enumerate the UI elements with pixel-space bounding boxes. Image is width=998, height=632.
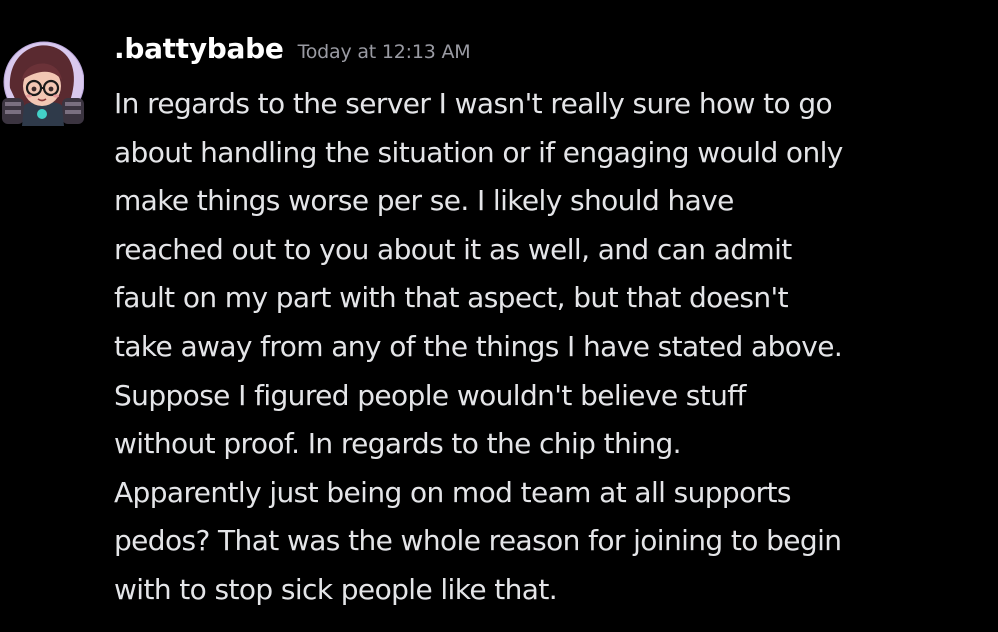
message-line: about handling the situation or if engag… bbox=[114, 135, 843, 169]
message-line: Suppose I figured people wouldn't believ… bbox=[114, 378, 746, 412]
chat-message: .battybabe Today at 12:13 AM In regards t… bbox=[0, 0, 998, 632]
username[interactable]: .battybabe bbox=[114, 32, 284, 65]
message-line: fault on my part with that aspect, but t… bbox=[114, 281, 789, 315]
message-line: Apparently just being on mod team at all… bbox=[114, 475, 791, 509]
message-content: In regards to the server I wasn't really… bbox=[114, 80, 984, 615]
message-line: take away from any of the things I have … bbox=[114, 329, 843, 363]
message-line: In regards to the server I wasn't really… bbox=[114, 87, 833, 120]
message-header: .battybabe Today at 12:13 AM bbox=[114, 32, 471, 76]
message-line: reached out to you about it as well, and… bbox=[114, 232, 792, 266]
message-line: without proof. In regards to the chip th… bbox=[114, 427, 682, 461]
user-avatar-icon[interactable] bbox=[0, 36, 84, 130]
message-timestamp: Today at 12:13 AM bbox=[297, 41, 471, 63]
message-line: make things worse per se. I likely shoul… bbox=[114, 184, 734, 218]
message-line: with to stop sick people like that. bbox=[114, 572, 558, 606]
message-line: pedos? That was the whole reason for joi… bbox=[114, 524, 842, 558]
